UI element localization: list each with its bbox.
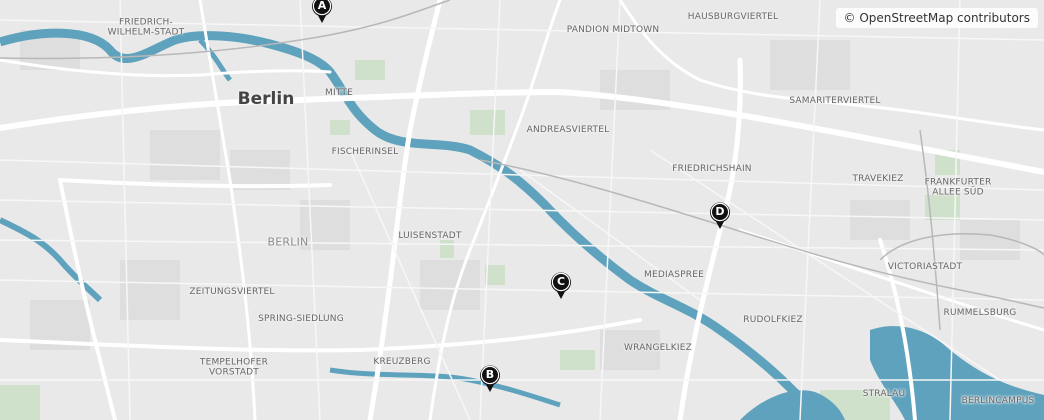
place-label-rummelsburg: RUMMELSBURG [943,307,1017,318]
place-label-hausburgviertel: HAUSBURGVIERTEL [687,11,779,22]
place-label-wrangelkiez: WRANGELKIEZ [624,342,692,353]
place-label-mediaspree: MEDIASPREE [644,269,704,280]
place-label-rudolfkiez: RUDOLFKIEZ [743,314,803,325]
place-label-andreasviertel: ANDREASVIERTEL [526,124,610,135]
marker-label: B [485,368,495,381]
marker-label: D [715,205,725,218]
district-label-berlin: BERLIN [267,235,309,249]
map-marker-c[interactable]: C [550,272,572,300]
marker-label: C [556,275,566,288]
place-label-victoriastadt: VICTORIASTADT [887,261,963,272]
place-label-zeitungsviertel: ZEITUNGSVIERTEL [189,286,275,297]
place-label-frankfurter-allee-sud: FRANKFURTER ALLEE SÜD [924,177,992,198]
place-label-kreuzberg: KREUZBERG [373,356,431,367]
map-marker-b[interactable]: B [479,365,501,393]
city-label-berlin: Berlin [237,89,295,110]
place-label-friedrich-wilhelm-stadt: FRIEDRICH- WILHELM-STADT [107,17,185,38]
place-label-friedrichshain: FRIEDRICHSHAIN [672,163,752,174]
place-label-pandion-midtown: PANDION MIDTOWN [566,24,660,35]
marker-label: A [317,0,327,12]
place-label-travekiez: TRAVEKIEZ [852,173,904,184]
place-label-fischerinsel: FISCHERINSEL [331,146,399,157]
place-label-spring-siedlung: SPRING-SIEDLUNG [258,313,344,324]
map-canvas[interactable]: Berlin BERLIN FRIEDRICH- WILHELM-STADT M… [0,0,1044,420]
place-label-samariterviertel: SAMARITERVIERTEL [789,95,881,106]
place-label-mitte: MITTE [325,87,353,98]
place-label-berlincampus: BERLINCAMPUS [961,395,1035,406]
map-attribution[interactable]: © OpenStreetMap contributors [835,8,1038,28]
map-base-layer [0,0,1044,420]
place-label-stralau: STRALAU [862,388,906,399]
place-label-tempelhofer-vorstadt: TEMPELHOFER VORSTADT [199,357,269,378]
place-label-luisenstadt: LUISENSTADT [398,230,462,241]
map-marker-a[interactable]: A [311,0,333,24]
map-marker-d[interactable]: D [709,202,731,230]
